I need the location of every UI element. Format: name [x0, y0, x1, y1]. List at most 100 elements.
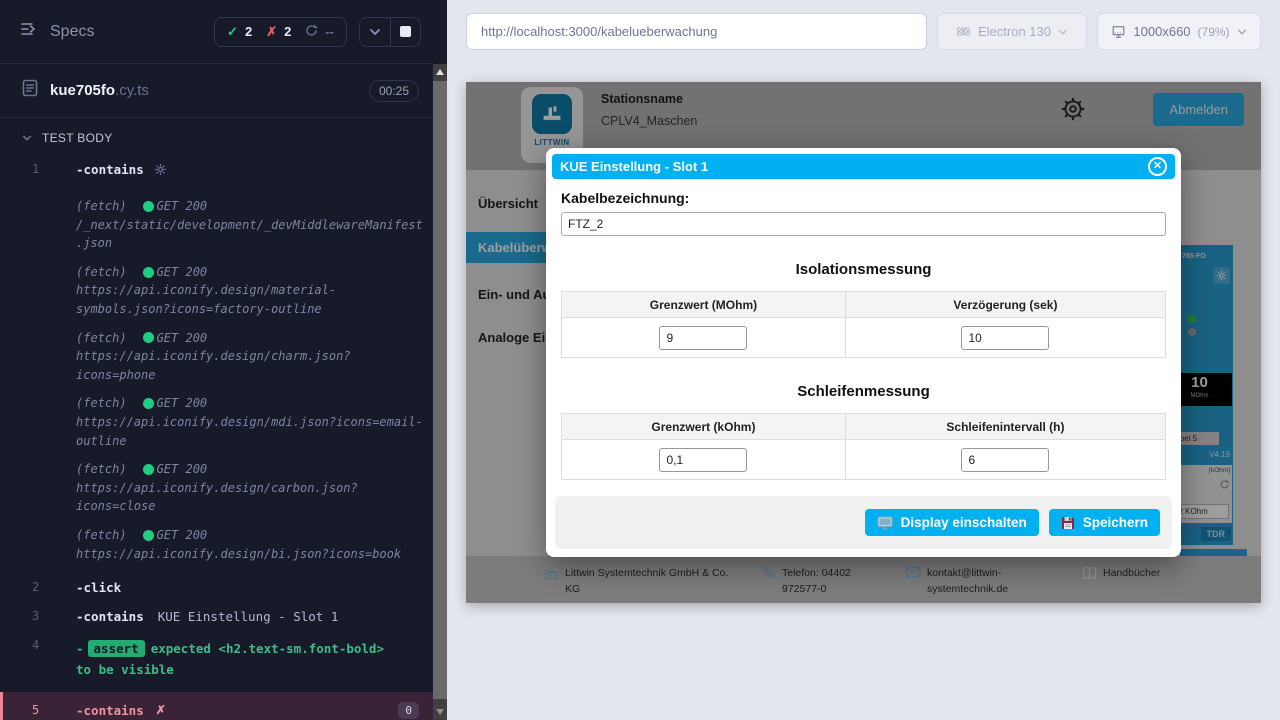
viewport-zoom: (79%) [1198, 25, 1230, 39]
stat-passed: ✓2 [227, 24, 252, 40]
cable-name-input[interactable] [561, 212, 1166, 236]
fetch-log[interactable]: (fetch)GET 200 https://api.iconify.desig… [76, 526, 428, 563]
cable-name-label: Kabelbezeichnung: [561, 190, 1166, 206]
fail-count-badge: 0 [398, 702, 419, 719]
spec-basename: kue705fo [50, 82, 115, 99]
isolation-limit-input[interactable] [659, 326, 747, 350]
save-icon [1061, 516, 1075, 530]
fetch-url: https://api.iconify.design/charm.json?ic… [76, 347, 428, 384]
modal-header: KUE Einstellung - Slot 1 ✕ [552, 154, 1175, 179]
status-dot-icon [143, 464, 154, 475]
fetch-status: GET 200 [157, 197, 208, 216]
command-assert[interactable]: 4 -assertexpected <h2.text-sm.font-bold>… [0, 631, 433, 688]
command-contains-1[interactable]: 1 -contains [0, 155, 433, 188]
fetch-tag: (fetch) [76, 460, 127, 479]
loop-section-title: Schleifenmessung [561, 383, 1166, 400]
spec-duration-badge: 00:25 [369, 80, 419, 102]
fetch-log[interactable]: (fetch) GET 200 https://api.iconify.desig… [76, 394, 428, 450]
command-number: 2 [32, 580, 62, 594]
collapse-button[interactable] [360, 18, 391, 46]
fetch-tag: (fetch) [76, 394, 127, 413]
test-stats: ✓2 ✗2 -- [214, 17, 347, 47]
loop-interval-input[interactable] [961, 448, 1049, 472]
assert-message: -assertexpected <h2.text-sm.font-bold> t… [76, 638, 406, 681]
command-click[interactable]: 2 -click [0, 573, 433, 602]
isolation-delay-input[interactable] [961, 326, 1049, 350]
command-name: -contains [76, 609, 144, 624]
fetch-url: https://api.iconify.design/mdi.json?icon… [76, 413, 428, 450]
specs-menu-icon[interactable] [20, 20, 38, 43]
close-icon[interactable]: ✕ [1148, 157, 1167, 176]
scroll-down-arrow-icon[interactable] [436, 709, 444, 715]
cypress-app-window: Specs ✓2 ✗2 -- kue705fo.cy.ts 00:25 [0, 0, 1280, 720]
pending-count: -- [325, 24, 334, 39]
fetch-url: /_next/static/development/_devMiddleware… [76, 216, 428, 253]
command-name: -contains [76, 162, 144, 177]
stat-pending: -- [305, 24, 334, 40]
scrollbar-thumb[interactable] [433, 81, 447, 699]
fetch-log[interactable]: (fetch)GET 200 https://api.iconify.desig… [76, 263, 428, 319]
display-on-label: Display einschalten [901, 515, 1027, 530]
command-contains-failed[interactable]: 5 -contains ✗ 0 [0, 692, 433, 720]
command-number: 1 [32, 162, 62, 176]
aut-pane: Electron 130 1000x660 (79%) LITTWIN [447, 0, 1280, 720]
command-name: -click [76, 580, 121, 595]
command-number: 3 [32, 609, 62, 623]
cross-icon: ✗ [266, 24, 277, 40]
fetch-tag: (fetch) [76, 197, 127, 216]
display-on-button[interactable]: Display einschalten [865, 509, 1039, 536]
loop-table: Grenzwert (kOhm) Schleifenintervall (h) [561, 413, 1166, 480]
status-dot-icon [143, 530, 154, 541]
stat-failed: ✗2 [266, 24, 291, 40]
specs-title[interactable]: Specs [50, 23, 94, 41]
settings-icon [154, 163, 167, 181]
reporter-scrollbar [433, 0, 447, 720]
modal-footer: Display einschalten Speichern [555, 496, 1172, 549]
status-dot-icon [143, 332, 154, 343]
electron-icon [956, 24, 971, 39]
stop-button[interactable] [391, 18, 420, 46]
scroll-up-arrow-icon[interactable] [436, 69, 444, 75]
spec-name: kue705fo.cy.ts [50, 82, 149, 99]
stop-icon [400, 26, 411, 37]
save-button[interactable]: Speichern [1049, 509, 1160, 536]
fetch-status: GET 200 [157, 526, 208, 545]
address-bar [466, 13, 927, 50]
kue-settings-modal: KUE Einstellung - Slot 1 ✕ Kabelbezeichn… [546, 148, 1181, 557]
assert-badge: assert [88, 640, 145, 657]
aut-frame: LITTWIN Stationsname CPLV4_Maschen Abmel… [466, 82, 1261, 603]
viewport-selector[interactable]: 1000x660 (79%) [1097, 13, 1261, 50]
fetch-log[interactable]: (fetch)GET 200 https://api.iconify.desig… [76, 329, 428, 385]
assert-dash: - [76, 641, 84, 656]
chevron-down-icon [1058, 27, 1068, 37]
fetch-log[interactable]: (fetch) GET 200 /_next/static/development… [76, 197, 428, 253]
loop-limit-input[interactable] [659, 448, 747, 472]
fetch-tag: (fetch) [76, 329, 127, 348]
browser-selector[interactable]: Electron 130 [937, 13, 1087, 50]
loop-interval-header: Schleifenintervall (h) [845, 414, 1165, 440]
spec-extension: .cy.ts [115, 82, 149, 99]
command-contains-2[interactable]: 3 -contains KUE Einstellung - Slot 1 [0, 602, 433, 631]
failed-count: 2 [284, 24, 291, 39]
command-number: 4 [32, 638, 62, 652]
fetch-log[interactable]: (fetch)GET 200 https://api.iconify.desig… [76, 460, 428, 516]
test-body-toggle[interactable]: TEST BODY [0, 118, 433, 153]
reporter-header: Specs ✓2 ✗2 -- [0, 0, 433, 64]
fetch-url: https://api.iconify.design/bi.json?icons… [76, 545, 428, 564]
fetch-status: GET 200 [157, 394, 208, 413]
url-input[interactable] [466, 13, 927, 50]
isolation-limit-header: Grenzwert (MOhm) [562, 292, 846, 318]
status-dot-icon [143, 201, 154, 212]
status-dot-icon [143, 398, 154, 409]
viewport-size: 1000x660 [1133, 24, 1190, 39]
spec-row[interactable]: kue705fo.cy.ts 00:25 [0, 64, 433, 118]
fetch-status: GET 200 [157, 460, 208, 479]
reporter-sidebar: Specs ✓2 ✗2 -- kue705fo.cy.ts 00:25 [0, 0, 433, 720]
isolation-delay-header: Verzögerung (sek) [845, 292, 1165, 318]
scrollbar-track[interactable] [433, 64, 447, 720]
fail-x-icon: ✗ [156, 703, 166, 717]
command-argument: KUE Einstellung - Slot 1 [158, 609, 339, 624]
command-name: -contains [76, 703, 144, 718]
chevron-down-icon [22, 133, 32, 143]
check-icon: ✓ [227, 24, 238, 40]
